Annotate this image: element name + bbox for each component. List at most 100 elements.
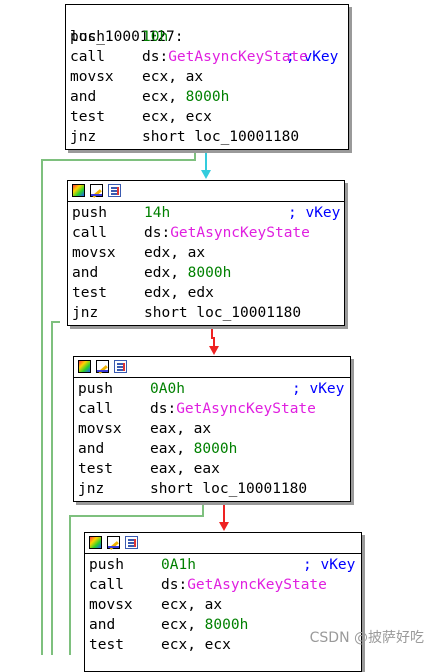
operands: ecx, 8000h xyxy=(142,87,229,107)
instruction-row[interactable]: call ds:GetAsyncKeyState xyxy=(68,223,344,243)
operands: short loc_10001180 xyxy=(142,127,299,147)
mnemonic: push xyxy=(78,381,113,397)
operand-text: eax, eax xyxy=(150,461,220,477)
operand-text: ecx, ecx xyxy=(161,637,231,653)
operands: ecx, ecx xyxy=(161,635,231,655)
mnemonic: and xyxy=(72,265,99,281)
instruction-row[interactable]: push 14h ; vKey xyxy=(68,203,344,223)
operand-text: short loc_10001180 xyxy=(150,481,308,497)
instruction-row[interactable]: test eax, eax xyxy=(74,459,350,479)
operand-text: ds: xyxy=(161,577,188,593)
code-block-2[interactable]: push 14h; vKey call ds:GetAsyncKeyState movs… xyxy=(67,180,345,326)
operands: 0A0h xyxy=(150,379,185,399)
mnemonic: movsx xyxy=(70,69,114,85)
operands: 10h xyxy=(142,27,168,47)
operand-text: edx, ax xyxy=(144,245,206,261)
operands: ds:GetAsyncKeyState xyxy=(142,47,308,67)
operand-text: eax, ax xyxy=(150,421,212,437)
operands: ecx, ax xyxy=(161,595,222,615)
mnemonic: call xyxy=(70,49,105,65)
instruction-row[interactable]: push 0A1h ; vKey xyxy=(85,555,361,575)
operands: ecx, 8000h xyxy=(161,615,248,635)
instruction-row[interactable]: call ds:GetAsyncKeyState xyxy=(85,575,361,595)
instruction-row[interactable]: jnz short loc_10001180 xyxy=(66,127,348,147)
graph-icon[interactable] xyxy=(78,360,91,373)
graph-icon[interactable] xyxy=(72,184,85,197)
operand-text: edx, xyxy=(144,265,188,281)
comment: ; vKey xyxy=(292,381,345,397)
block-3-header xyxy=(74,357,350,378)
block-1-label-row: loc_10001127: ; vKey xyxy=(66,7,348,65)
operand-text: ds: xyxy=(144,225,171,241)
code-block-1[interactable]: loc_10001127: ; vKey push 10h call ds:GetAs… xyxy=(65,4,349,150)
instruction-row[interactable]: test edx, edx xyxy=(68,283,344,303)
instruction-row[interactable]: movsx ecx, ax xyxy=(85,595,361,615)
instruction-row[interactable]: and eax, 8000h xyxy=(74,439,350,459)
immediate-value: 8000h xyxy=(185,89,230,105)
immediate-value: 0A0h xyxy=(150,381,185,397)
operands: ecx, ecx xyxy=(142,107,212,127)
instruction-row[interactable]: and ecx, 8000h xyxy=(66,87,348,107)
list-icon[interactable] xyxy=(108,184,121,197)
operand-text: ecx, ecx xyxy=(142,109,212,125)
instruction-row[interactable]: push 10h xyxy=(66,27,348,47)
operand-text: ecx, ax xyxy=(161,597,223,613)
operands: ds:GetAsyncKeyState xyxy=(144,223,310,243)
edit-icon[interactable] xyxy=(96,360,109,373)
instruction-row[interactable]: jnz short loc_10001180 xyxy=(68,303,344,323)
instruction-row[interactable]: push 0A0h ; vKey xyxy=(74,379,350,399)
edit-icon[interactable] xyxy=(90,184,103,197)
list-icon[interactable] xyxy=(114,360,127,373)
operand-text: short loc_10001180 xyxy=(144,305,302,321)
code-block-3[interactable]: push 0A0h ; vKey call ds:GetAsyncKeyState mov… xyxy=(73,356,351,502)
list-icon[interactable] xyxy=(125,536,138,549)
mnemonic: push xyxy=(89,557,124,573)
operands: eax, 8000h xyxy=(150,439,237,459)
operands: eax, eax xyxy=(150,459,220,479)
comment: ; vKey xyxy=(288,205,341,221)
operands: ds:GetAsyncKeyState xyxy=(150,399,316,419)
graph-icon[interactable] xyxy=(89,536,102,549)
code-block-4[interactable]: push 0A1h; vKey call ds:GetAsyncKeyState mov… xyxy=(84,532,362,672)
operand-text: ds: xyxy=(142,49,169,65)
instruction-row[interactable]: and edx, 8000h xyxy=(68,263,344,283)
mnemonic: push xyxy=(72,205,107,221)
immediate-value: 8000h xyxy=(204,617,249,633)
mnemonic: and xyxy=(78,441,105,457)
operand-text: ecx, ax xyxy=(142,69,204,85)
mnemonic: jnz xyxy=(78,481,105,497)
instruction-row[interactable]: call ds:GetAsyncKeyState xyxy=(74,399,350,419)
mnemonic: movsx xyxy=(72,245,116,261)
instruction-row[interactable]: jnz short loc_10001180 xyxy=(74,479,350,499)
immediate-value: 8000h xyxy=(193,441,238,457)
instruction-row[interactable]: movsx ecx, ax xyxy=(66,67,348,87)
operands: eax, ax xyxy=(150,419,211,439)
function-name[interactable]: GetAsyncKeyState xyxy=(168,49,308,65)
immediate-value: 14h xyxy=(144,205,171,221)
operand-text: eax, xyxy=(150,441,194,457)
mnemonic: call xyxy=(72,225,107,241)
instruction-row[interactable]: movsx eax, ax xyxy=(74,419,350,439)
mnemonic: test xyxy=(89,637,124,653)
operands: 0A1h xyxy=(161,555,196,575)
mnemonic: and xyxy=(70,89,97,105)
mnemonic: jnz xyxy=(72,305,99,321)
operands: ds:GetAsyncKeyState xyxy=(161,575,327,595)
mnemonic: movsx xyxy=(89,597,133,613)
block-2-header xyxy=(68,181,344,202)
operands: edx, ax xyxy=(144,243,205,263)
operands: short loc_10001180 xyxy=(150,479,307,499)
function-name[interactable]: GetAsyncKeyState xyxy=(176,401,316,417)
mnemonic: test xyxy=(70,109,105,125)
watermark: CSDN @披萨好吃 xyxy=(309,630,424,646)
edit-icon[interactable] xyxy=(107,536,120,549)
operand-text: short loc_10001180 xyxy=(142,129,300,145)
function-name[interactable]: GetAsyncKeyState xyxy=(170,225,310,241)
instruction-row[interactable]: movsx edx, ax xyxy=(68,243,344,263)
function-name[interactable]: GetAsyncKeyState xyxy=(187,577,327,593)
instruction-row[interactable]: test ecx, ecx xyxy=(66,107,348,127)
operand-text: ecx, xyxy=(142,89,186,105)
mnemonic: push xyxy=(70,29,105,45)
mnemonic: call xyxy=(89,577,124,593)
instruction-row[interactable]: call ds:GetAsyncKeyState xyxy=(66,47,348,67)
